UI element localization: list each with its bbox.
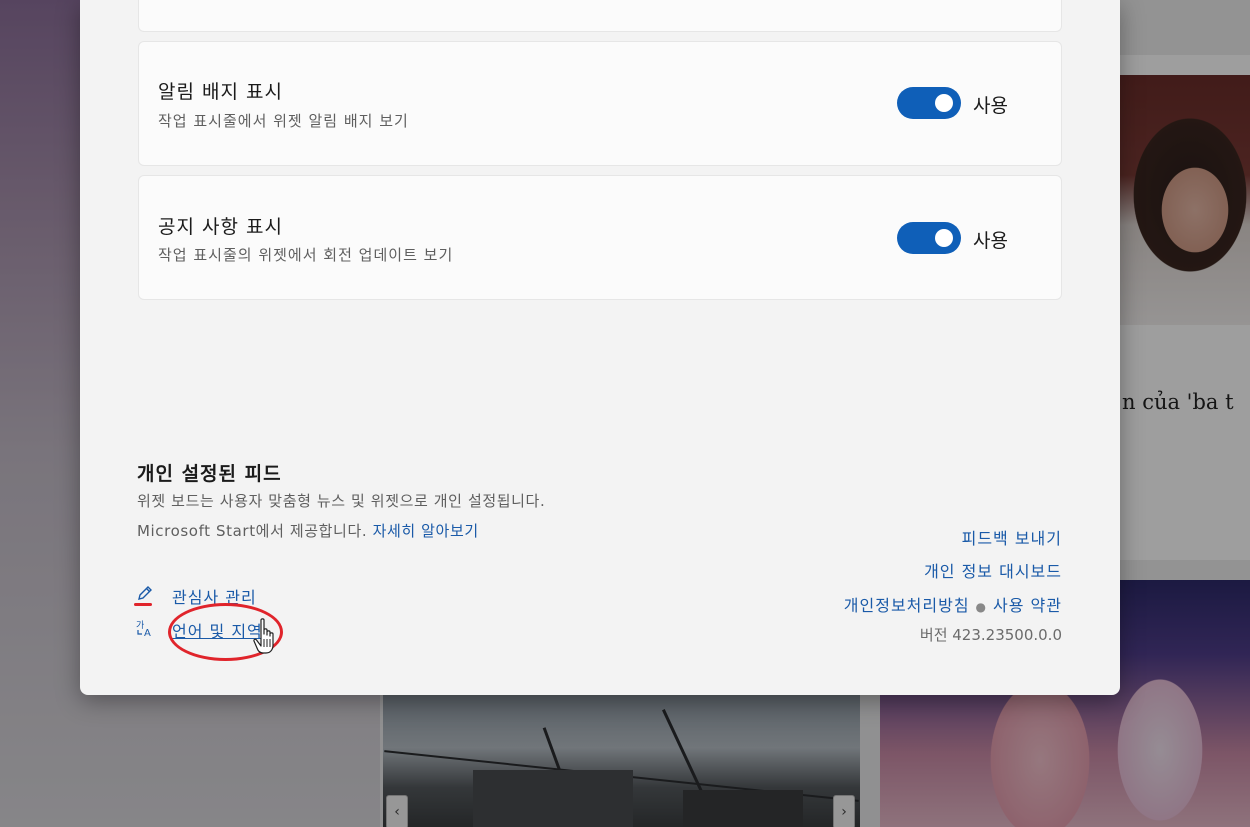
card-title: 공지 사항 표시 xyxy=(158,216,283,238)
feed-provider-text: Microsoft Start에서 제공합니다. xyxy=(137,522,368,540)
toggle-state-label: 사용 xyxy=(973,95,1008,117)
separator-dot: ● xyxy=(975,600,988,614)
card-description: 작업 표시줄의 위젯에서 회전 업데이트 보기 xyxy=(158,246,454,264)
settings-card-partial xyxy=(138,0,1062,32)
feed-description-line2: Microsoft Start에서 제공합니다. 자세히 알아보기 xyxy=(137,520,479,541)
personalized-feed-heading: 개인 설정된 피드 xyxy=(137,463,282,485)
toggle-state-label: 사용 xyxy=(973,230,1008,252)
toggle-knob xyxy=(935,94,953,112)
language-icon: 가 A xyxy=(136,618,156,642)
version-text: 버전 423.23500.0.0 xyxy=(919,626,1062,644)
learn-more-link[interactable]: 자세히 알아보기 xyxy=(373,522,479,540)
widget-settings-panel: 알림 배지 표시 작업 표시줄에서 위젯 알림 배지 보기 사용 공지 사항 표… xyxy=(80,0,1120,695)
terms-of-use-link[interactable]: 사용 약관 xyxy=(993,596,1062,615)
privacy-policy-link[interactable]: 개인정보처리방침 xyxy=(844,596,970,615)
send-feedback-link[interactable]: 피드백 보내기 xyxy=(962,525,1062,549)
annotation-underline xyxy=(134,603,152,606)
policy-links: 개인정보처리방침 ● 사용 약관 xyxy=(844,592,1062,616)
svg-text:A: A xyxy=(144,628,151,638)
notification-badge-toggle[interactable] xyxy=(897,87,961,119)
feed-description-line1: 위젯 보드는 사용자 맞춤형 뉴스 및 위젯으로 개인 설정됩니다. xyxy=(137,492,546,510)
privacy-dashboard-link[interactable]: 개인 정보 대시보드 xyxy=(924,558,1062,582)
hand-cursor-icon xyxy=(252,617,282,661)
announcements-toggle[interactable] xyxy=(897,222,961,254)
card-description: 작업 표시줄에서 위젯 알림 배지 보기 xyxy=(158,112,409,130)
card-title: 알림 배지 표시 xyxy=(158,81,283,103)
toggle-knob xyxy=(935,229,953,247)
settings-card-announcements: 공지 사항 표시 작업 표시줄의 위젯에서 회전 업데이트 보기 사용 xyxy=(138,175,1062,300)
settings-card-notification-badge: 알림 배지 표시 작업 표시줄에서 위젯 알림 배지 보기 사용 xyxy=(138,41,1062,166)
